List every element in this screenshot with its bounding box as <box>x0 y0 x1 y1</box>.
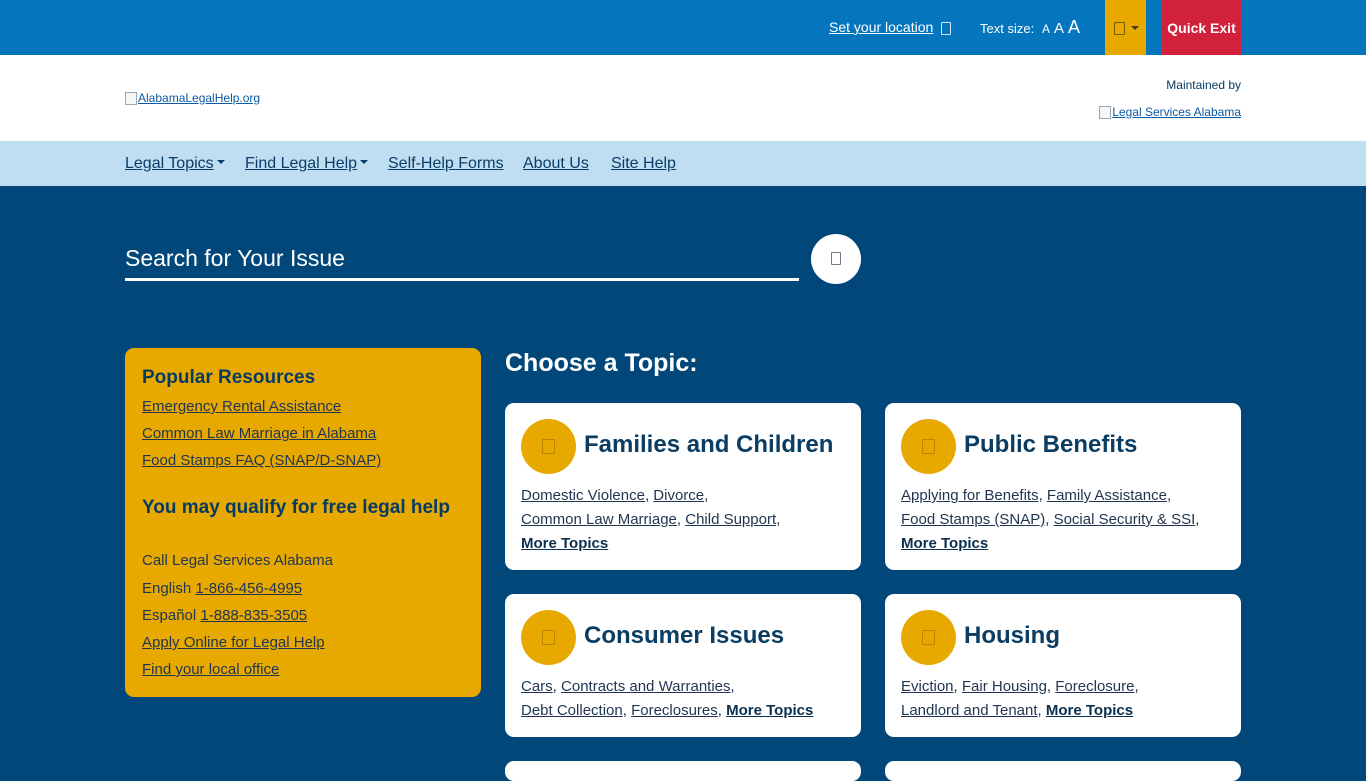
topic-link[interactable]: Food Stamps (SNAP) <box>901 511 1045 528</box>
popular-link-marriage[interactable]: Common Law Marriage in Alabama <box>142 425 376 442</box>
quick-exit-button[interactable]: Quick Exit <box>1162 0 1241 55</box>
maintainer-logo[interactable]: Legal Services Alabama <box>1099 105 1241 119</box>
topic-link[interactable]: Divorce <box>653 487 704 504</box>
topic-link[interactable]: Family Assistance <box>1047 487 1167 504</box>
nav-label: Find Legal Help <box>245 155 358 172</box>
more-topics-link[interactable]: More Topics <box>1046 702 1133 719</box>
text-size-small-button[interactable]: A <box>1042 22 1050 36</box>
topic-card-families[interactable]: Families and Children Domestic Violence,… <box>505 403 861 570</box>
nav-find-legal-help[interactable]: Find Legal Help <box>245 155 369 173</box>
maintainer-logo-alt-text: Legal Services Alabama <box>1112 105 1241 119</box>
nav-about-us[interactable]: About Us <box>523 155 589 173</box>
popular-resources-panel: Popular Resources Emergency Rental Assis… <box>125 348 481 697</box>
map-marker-icon[interactable] <box>941 22 951 35</box>
broken-image-icon <box>125 91 137 105</box>
nav-site-help[interactable]: Site Help <box>611 155 676 173</box>
english-label: English <box>142 580 192 597</box>
top-utility-bar: Set your location Text size: A A A Quick… <box>0 0 1366 55</box>
nav-label: Legal Topics <box>125 155 214 172</box>
icon-glyph <box>542 630 555 645</box>
shopping-icon <box>521 610 576 665</box>
qualify-title: You may qualify for free legal help <box>142 497 450 518</box>
site-header: AlabamaLegalHelp.org Maintained by Legal… <box>0 55 1366 141</box>
text-size-label: Text size: <box>980 21 1035 36</box>
english-phone-link[interactable]: 1-866-456-4995 <box>195 580 302 597</box>
nav-legal-topics[interactable]: Legal Topics <box>125 155 225 173</box>
topic-link[interactable]: Fair Housing <box>962 678 1047 695</box>
site-logo[interactable]: AlabamaLegalHelp.org <box>125 91 260 105</box>
search-icon <box>831 252 841 265</box>
topic-title[interactable]: Consumer Issues <box>584 622 784 650</box>
topic-link[interactable]: Foreclosures <box>631 702 718 719</box>
topic-title[interactable]: Public Benefits <box>964 431 1137 459</box>
spanish-label: Español <box>142 607 197 624</box>
topic-card-public-benefits[interactable]: Public Benefits Applying for Benefits, F… <box>885 403 1241 570</box>
popular-link-rental[interactable]: Emergency Rental Assistance <box>142 398 341 415</box>
chevron-down-icon <box>1131 26 1139 30</box>
topic-link[interactable]: Eviction <box>901 678 954 695</box>
call-text: Call Legal Services Alabama <box>142 552 333 569</box>
search-button[interactable] <box>811 234 861 284</box>
popular-resources-title: Popular Resources <box>142 367 316 388</box>
more-topics-link[interactable]: More Topics <box>726 702 813 719</box>
topic-title[interactable]: Families and Children <box>584 431 833 459</box>
maintained-by-label: Maintained by <box>1166 78 1241 92</box>
topic-card-housing[interactable]: Housing Eviction, Fair Housing, Foreclos… <box>885 594 1241 737</box>
topic-links: Cars, Contracts and Warranties, Debt Col… <box>521 678 814 719</box>
icon-glyph <box>542 439 555 454</box>
topic-links: Eviction, Fair Housing, Foreclosure, Lan… <box>901 678 1139 719</box>
chevron-down-icon <box>360 159 369 164</box>
choose-topic-title: Choose a Topic: <box>505 349 698 377</box>
main-navigation: Legal Topics Find Legal Help Self-Help F… <box>0 141 1366 186</box>
topic-link[interactable]: Cars <box>521 678 553 695</box>
spanish-phone-line: Español 1-888-835-3505 <box>142 607 307 624</box>
popular-link-food-stamps[interactable]: Food Stamps FAQ (SNAP/D-SNAP) <box>142 452 381 469</box>
broken-image-icon <box>1099 105 1112 119</box>
topic-link[interactable]: Contracts and Warranties <box>561 678 731 695</box>
family-icon <box>521 419 576 474</box>
language-dropdown-button[interactable] <box>1105 0 1146 55</box>
icon-glyph <box>922 439 935 454</box>
topic-link[interactable]: Landlord and Tenant <box>901 702 1038 719</box>
topic-link[interactable]: Domestic Violence <box>521 487 645 504</box>
find-office-link[interactable]: Find your local office <box>142 661 279 678</box>
text-size-medium-button[interactable]: A <box>1054 20 1064 37</box>
chevron-down-icon <box>216 159 225 164</box>
site-logo-alt-text: AlabamaLegalHelp.org <box>138 91 261 105</box>
benefits-icon <box>901 419 956 474</box>
english-phone-line: English 1-866-456-4995 <box>142 580 302 597</box>
topic-link[interactable]: Foreclosure <box>1055 678 1134 695</box>
globe-icon <box>1114 22 1125 35</box>
topic-link[interactable]: Child Support <box>685 511 776 528</box>
icon-glyph <box>922 630 935 645</box>
topic-card-partial[interactable] <box>885 761 1241 781</box>
set-location-link[interactable]: Set your location <box>829 19 933 35</box>
text-size-large-button[interactable]: A <box>1068 17 1080 38</box>
house-icon <box>901 610 956 665</box>
spanish-phone-link[interactable]: 1-888-835-3505 <box>200 607 307 624</box>
topic-links: Domestic Violence, Divorce, Common Law M… <box>521 487 781 552</box>
topic-card-consumer-issues[interactable]: Consumer Issues Cars, Contracts and Warr… <box>505 594 861 737</box>
topic-title[interactable]: Housing <box>964 622 1060 650</box>
topic-links: Applying for Benefits, Family Assistance… <box>901 487 1200 552</box>
topic-link[interactable]: Applying for Benefits <box>901 487 1039 504</box>
nav-self-help-forms[interactable]: Self-Help Forms <box>388 155 504 173</box>
topic-link[interactable]: Common Law Marriage <box>521 511 677 528</box>
topic-link[interactable]: Debt Collection <box>521 702 623 719</box>
search-input[interactable] <box>125 238 799 281</box>
apply-online-link[interactable]: Apply Online for Legal Help <box>142 634 325 651</box>
topic-card-partial[interactable] <box>505 761 861 781</box>
more-topics-link[interactable]: More Topics <box>521 535 608 552</box>
more-topics-link[interactable]: More Topics <box>901 535 988 552</box>
topic-link[interactable]: Social Security & SSI <box>1054 511 1196 528</box>
